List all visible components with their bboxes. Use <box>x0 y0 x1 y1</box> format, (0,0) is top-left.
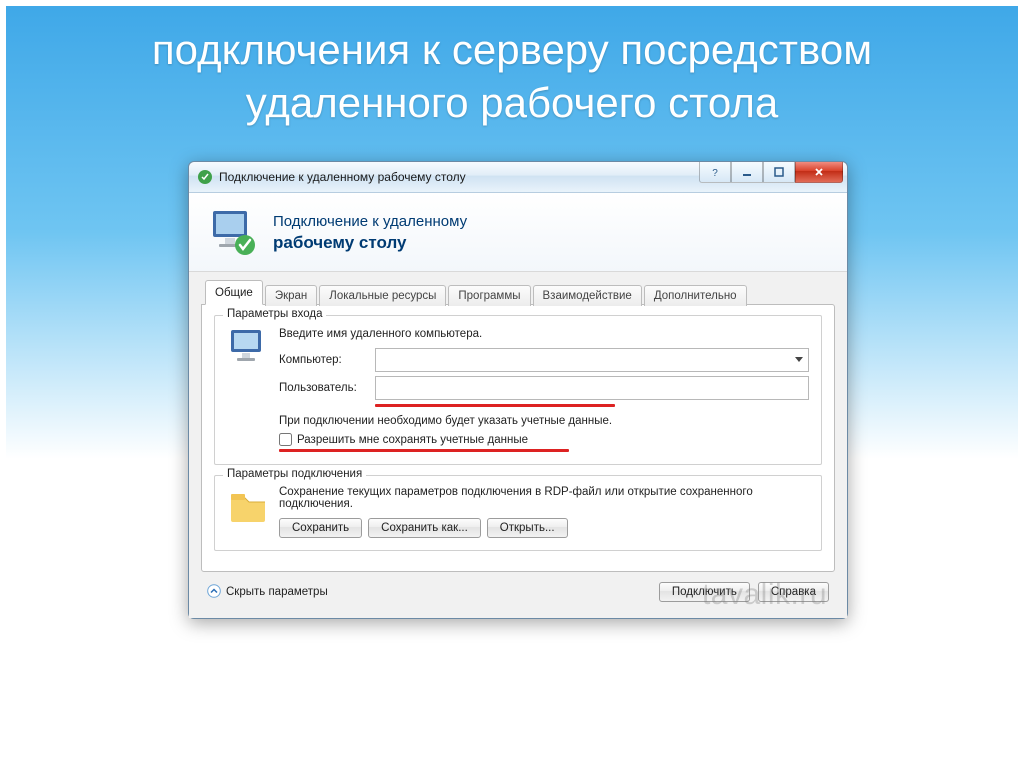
tab-advanced[interactable]: Дополнительно <box>644 285 747 306</box>
tab-experience[interactable]: Взаимодействие <box>533 285 642 306</box>
help-button[interactable]: ? <box>699 162 731 183</box>
svg-text:?: ? <box>712 168 718 178</box>
window-body: Общие Экран Локальные ресурсы Программы … <box>189 272 847 618</box>
tab-local-resources[interactable]: Локальные ресурсы <box>319 285 446 306</box>
login-instruction: Введите имя удаленного компьютера. <box>279 328 809 340</box>
rdp-header-icon <box>207 207 259 259</box>
rdp-app-icon <box>197 169 213 185</box>
header-band: Подключение к удаленному рабочему столу <box>189 193 847 272</box>
user-label: Пользователь: <box>279 382 375 394</box>
slide: подключения к серверу посредством удален… <box>0 0 1024 767</box>
connect-button[interactable]: Подключить <box>659 582 750 602</box>
window-title: Подключение к удаленному рабочему столу <box>219 170 466 184</box>
help-footer-button[interactable]: Справка <box>758 582 829 602</box>
titlebar[interactable]: Подключение к удаленному рабочему столу … <box>189 162 847 193</box>
credentials-note: При подключении необходимо будет указать… <box>279 415 809 427</box>
close-button[interactable] <box>795 162 843 183</box>
annotation-underline-user <box>375 404 615 407</box>
rdp-window: Подключение к удаленному рабочему столу … <box>188 161 848 619</box>
header-line2: рабочему столу <box>273 232 467 253</box>
tab-strip: Общие Экран Локальные ресурсы Программы … <box>201 280 835 305</box>
tab-display[interactable]: Экран <box>265 285 317 306</box>
maximize-button[interactable] <box>763 162 795 183</box>
window-controls: ? <box>699 162 843 183</box>
tab-programs[interactable]: Программы <box>448 285 530 306</box>
minimize-button[interactable] <box>731 162 763 183</box>
save-as-button[interactable]: Сохранить как... <box>368 518 481 538</box>
group-login: Параметры входа Введите имя удаленного <box>214 315 822 465</box>
folder-icon <box>227 486 269 538</box>
save-credentials-checkbox[interactable] <box>279 433 292 446</box>
chevron-up-icon <box>207 584 221 601</box>
tab-page-general: Параметры входа Введите имя удаленного <box>201 304 835 572</box>
header-text: Подключение к удаленному рабочему столу <box>273 213 467 253</box>
slide-title: подключения к серверу посредством удален… <box>6 6 1018 139</box>
group-connection: Параметры подключения Сохранение текущих… <box>214 475 822 551</box>
user-input[interactable] <box>375 376 809 400</box>
footer: Скрыть параметры Подключить Справка <box>201 572 835 606</box>
save-credentials-label: Разрешить мне сохранять учетные данные <box>297 434 528 446</box>
computer-icon <box>227 326 269 452</box>
computer-combo[interactable] <box>375 348 809 372</box>
computer-label: Компьютер: <box>279 354 375 366</box>
annotation-underline-checkbox <box>279 449 569 452</box>
connection-text: Сохранение текущих параметров подключени… <box>279 486 809 510</box>
open-button[interactable]: Открыть... <box>487 518 568 538</box>
header-line1: Подключение к удаленному <box>273 213 467 232</box>
save-button[interactable]: Сохранить <box>279 518 362 538</box>
hide-options-link[interactable]: Скрыть параметры <box>207 584 328 601</box>
tab-general[interactable]: Общие <box>205 280 263 305</box>
chevron-down-icon[interactable] <box>790 349 808 371</box>
hide-options-label: Скрыть параметры <box>226 586 328 598</box>
group-login-legend: Параметры входа <box>223 308 326 320</box>
group-connection-legend: Параметры подключения <box>223 468 366 480</box>
